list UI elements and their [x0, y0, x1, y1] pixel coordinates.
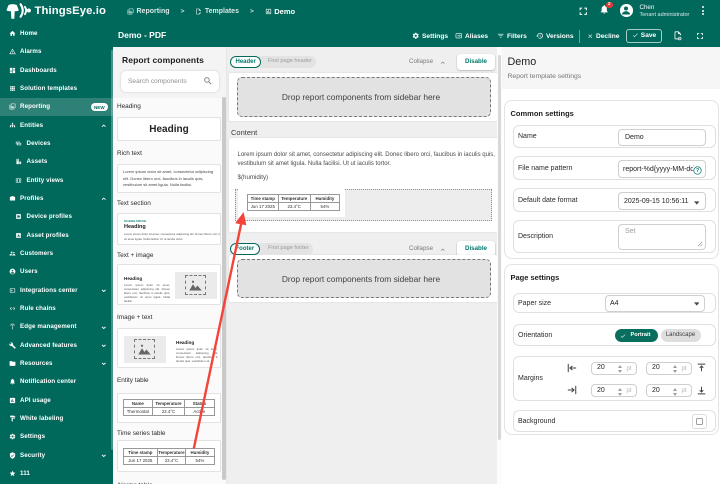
svg-text:?: ?	[695, 168, 698, 174]
